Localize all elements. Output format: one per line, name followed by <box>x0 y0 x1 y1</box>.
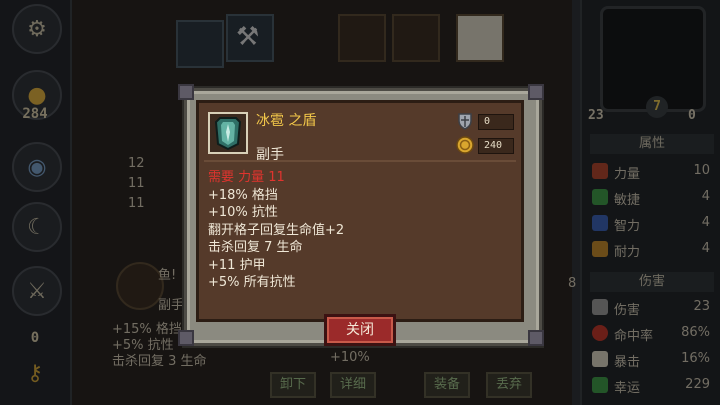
stat-value: 4 <box>701 189 710 204</box>
stat-row-crit: 暴击 16% <box>590 348 714 370</box>
stat-value: 4 <box>701 215 710 230</box>
equip-slot[interactable] <box>176 20 224 68</box>
stat-value: 23 <box>693 299 710 314</box>
inventory-item-shield[interactable] <box>116 262 164 310</box>
stat-value: 4 <box>701 241 710 256</box>
hero-level: 7 <box>646 96 668 118</box>
sword-icon: ⚔ <box>27 278 47 304</box>
bg-stat-line: 击杀回复 3 生命 <box>112 354 207 369</box>
agility-icon <box>592 189 608 205</box>
stat-line: +11 护甲 <box>208 257 266 273</box>
stat-name: 幸运 <box>614 381 641 396</box>
stat-row-agility: 敏捷 4 <box>590 186 714 208</box>
stat-row-hit-rate: 命中率 86% <box>590 322 714 344</box>
damage-header: 伤害 <box>590 272 714 292</box>
stat-name: 伤害 <box>614 303 641 318</box>
frame-corner <box>528 84 544 100</box>
strength-icon <box>592 163 608 179</box>
map-icon: ◉ <box>27 154 47 180</box>
stat-line: 击杀回复 7 生命 <box>208 240 303 255</box>
requirement-line: 需要 力量 11 <box>208 170 285 185</box>
stat-name: 命中率 <box>614 329 654 344</box>
item-icon-frame <box>208 112 248 154</box>
stat-name: 智力 <box>614 219 641 234</box>
stamina-icon <box>592 241 608 257</box>
ice-shield-item-icon <box>214 117 242 151</box>
stat-value: 229 <box>685 377 710 392</box>
bg-item-name: 鱼! <box>158 268 177 283</box>
stat-value: 86% <box>681 325 710 340</box>
gold-count: 284 <box>22 106 48 122</box>
axe-icon: ⚒ <box>236 22 260 52</box>
column-number: 12 <box>128 156 145 171</box>
item-stats-list: 需要 力量 11 +18% 格挡 +10% 抗性 翻开格子回复生命值+2 击杀回… <box>208 166 345 290</box>
moon-icon: ☾ <box>27 214 47 240</box>
shield-icon <box>458 113 472 130</box>
equip-slot-scroll[interactable] <box>456 14 504 62</box>
stat-line: 翻开格子回复生命值+2 <box>208 222 345 238</box>
discard-button[interactable]: 丢弃 <box>486 372 532 398</box>
damage-icon <box>592 299 608 315</box>
hero-right-value: 0 <box>688 108 696 123</box>
frame-corner <box>178 84 194 100</box>
stat-row-stamina: 耐力 4 <box>590 238 714 260</box>
gear-icon: ⚙ <box>27 16 47 42</box>
stat-line: +10% 抗性 <box>208 205 278 220</box>
hero-left-value: 23 <box>588 108 604 123</box>
coin-icon <box>456 136 474 154</box>
stat-row-strength: 力量 10 <box>590 160 714 182</box>
stat-name: 暴击 <box>614 355 641 370</box>
column-number: 8 <box>568 276 577 291</box>
column-number: 11 <box>128 176 145 191</box>
item-name: 冰雹 之盾 <box>256 113 317 129</box>
intelligence-icon <box>592 215 608 231</box>
stat-value: 16% <box>681 351 710 366</box>
stat-name: 力量 <box>614 167 641 182</box>
armor-value: 0 <box>478 114 514 130</box>
stat-row-intelligence: 智力 4 <box>590 212 714 234</box>
equip-slot-armor[interactable] <box>392 14 440 62</box>
stat-value: 10 <box>693 163 710 178</box>
map-button[interactable]: ◉ <box>12 142 62 192</box>
key-icon: ⚷ <box>26 360 44 386</box>
equip-button[interactable]: 装备 <box>424 372 470 398</box>
stat-line: +18% 格挡 <box>208 187 278 203</box>
frame-corner <box>178 330 194 346</box>
bg-stat-line: +10% <box>330 350 370 365</box>
stat-line: +5% 所有抗性 <box>208 275 296 290</box>
unequip-button[interactable]: 卸下 <box>270 372 316 398</box>
stat-row-damage: 伤害 23 <box>590 296 714 318</box>
divider <box>204 160 516 162</box>
stat-name: 耐力 <box>614 245 641 260</box>
left-rail: ⚙ ● 284 ◉ ☾ ⚔ 0 ⚷ <box>0 0 72 405</box>
target-icon <box>592 325 608 341</box>
equip-slot-hood[interactable] <box>338 14 386 62</box>
weapon-button[interactable]: ⚔ <box>12 266 62 316</box>
details-button[interactable]: 详细 <box>330 372 376 398</box>
frame-corner <box>528 330 544 346</box>
attributes-header: 属性 <box>590 134 714 154</box>
equip-slot-axe[interactable]: ⚒ <box>226 14 274 62</box>
settings-gear-button[interactable]: ⚙ <box>12 4 62 54</box>
item-price: 240 <box>478 138 514 154</box>
coin-icon: ● <box>27 82 47 108</box>
stat-row-luck: 幸运 229 <box>590 374 714 396</box>
column-number: 11 <box>128 196 145 211</box>
bg-item-type: 副手 <box>158 298 185 313</box>
bottom-count: 0 <box>30 330 40 346</box>
moon-button[interactable]: ☾ <box>12 202 62 252</box>
close-button[interactable]: 关闭 <box>324 314 396 346</box>
stat-name: 敏捷 <box>614 193 641 208</box>
crit-icon <box>592 351 608 367</box>
key-button[interactable]: ⚷ <box>12 350 58 396</box>
luck-icon <box>592 377 608 393</box>
